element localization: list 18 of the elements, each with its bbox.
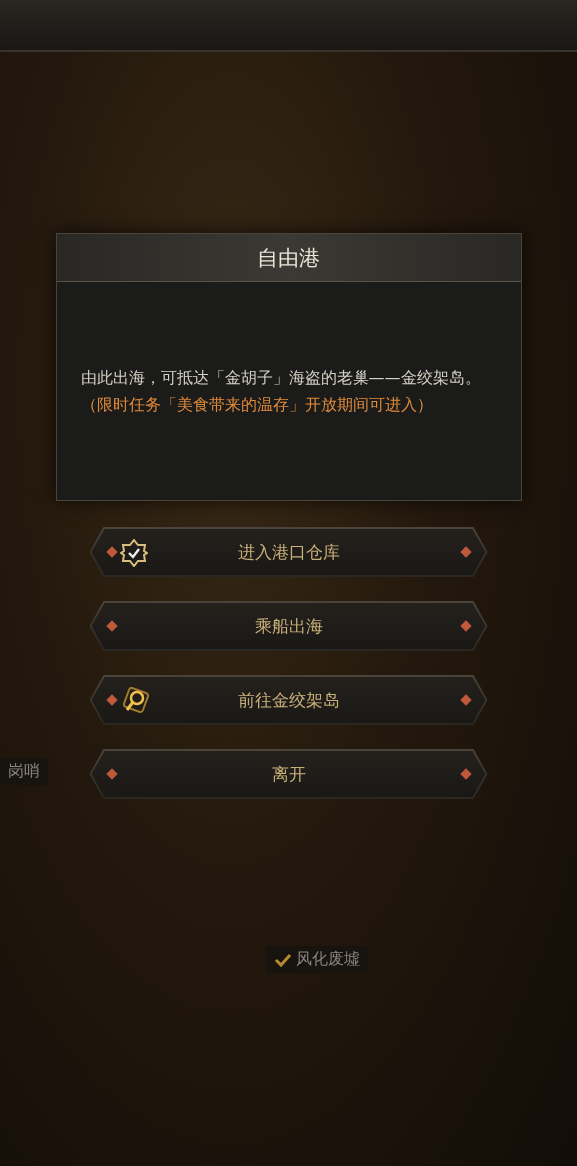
dialog-text: 由此出海，可抵达「金胡子」海盗的老巢——金绞架岛。 xyxy=(80,366,482,389)
gem-icon xyxy=(105,546,118,558)
gem-icon xyxy=(459,620,472,632)
menu-button[interactable]: 离开 xyxy=(89,749,488,799)
menu-button[interactable]: 前往金绞架岛 xyxy=(89,675,488,725)
gem-icon xyxy=(105,694,118,706)
gem-icon xyxy=(459,694,472,706)
dialog-note: （限时任务「美食带来的温存」开放期间可进入） xyxy=(80,393,434,416)
checkmark-badge-icon xyxy=(119,539,148,567)
gem-icon xyxy=(459,546,472,558)
menu-button[interactable]: 进入港口仓库 xyxy=(89,527,488,577)
gem-icon xyxy=(105,620,118,632)
map-location-label[interactable]: 岗哨 xyxy=(0,758,48,785)
gem-icon xyxy=(105,768,118,780)
dialog-title: 自由港 xyxy=(257,244,320,272)
menu-button[interactable]: 乘船出海 xyxy=(89,601,488,651)
map-location-label[interactable]: 风化废墟 xyxy=(266,946,368,973)
gem-icon xyxy=(459,768,472,780)
